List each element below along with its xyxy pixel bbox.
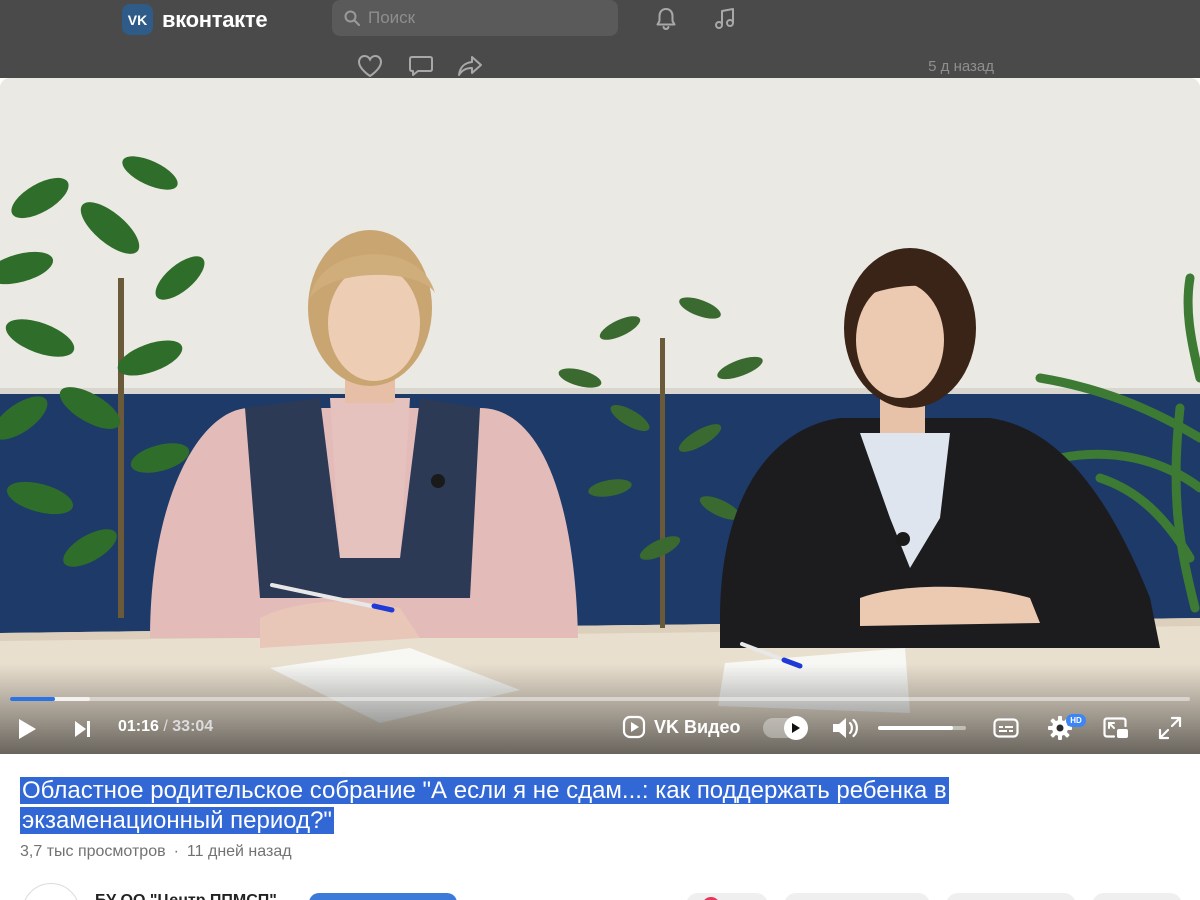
volume-level — [878, 726, 953, 730]
vk-video-icon — [622, 715, 646, 739]
play-button[interactable] — [14, 716, 40, 742]
vk-logo[interactable]: VK вконтакте — [122, 4, 268, 35]
post-action-bar: 5 д назад — [332, 46, 1018, 78]
pip-icon — [1103, 717, 1128, 738]
search-icon — [344, 10, 360, 26]
top-bar: VK вконтакте Поиск 5 д назад — [0, 0, 1200, 78]
video-title-text: Областное родительское собрание "А если … — [20, 777, 949, 834]
vk-logo-text: вконтакте — [162, 6, 268, 32]
music-note-icon[interactable] — [712, 6, 738, 32]
fullscreen-icon — [1158, 716, 1182, 740]
autoplay-toggle-knob — [784, 716, 808, 740]
video-player[interactable]: 01:16 / 33:04 VK Видео HD — [0, 78, 1200, 754]
bell-icon[interactable] — [653, 6, 679, 32]
vk-logo-badge: VK — [122, 4, 153, 35]
vk-video-link[interactable]: VK Видео — [622, 715, 741, 739]
vk-video-page: VK вконтакте Поиск 5 д назад 01:16 / 33:… — [0, 0, 1200, 900]
current-time: 01:16 — [118, 718, 159, 735]
play-icon — [19, 719, 36, 739]
subtitles-icon — [993, 718, 1019, 738]
time-separator: / — [163, 718, 168, 735]
progress-bar[interactable] — [10, 697, 1190, 701]
progress-played — [10, 697, 55, 701]
volume-button[interactable] — [830, 715, 860, 741]
like-button[interactable] — [686, 893, 768, 900]
next-icon — [75, 721, 90, 737]
volume-icon — [833, 718, 858, 738]
meta-separator: · — [173, 843, 179, 860]
heart-icon[interactable] — [357, 54, 383, 78]
volume-slider[interactable] — [878, 726, 966, 730]
channel-avatar[interactable] — [22, 883, 80, 900]
post-time: 5 д назад — [928, 58, 994, 75]
fullscreen-button[interactable] — [1157, 715, 1183, 741]
vk-video-label: VK Видео — [654, 716, 741, 737]
video-title: Областное родительское собрание "А если … — [20, 776, 1060, 836]
search-placeholder: Поиск — [368, 8, 416, 27]
channel-name[interactable]: БУ ОО "Центр ППМСП" — [95, 892, 277, 900]
subtitles-button[interactable] — [992, 716, 1020, 740]
search-input[interactable]: Поиск — [332, 0, 618, 36]
video-frame[interactable] — [0, 78, 1200, 754]
video-meta: 3,7 тыс просмотров · 11 дней назад — [20, 843, 292, 861]
publish-date: 11 дней назад — [186, 843, 292, 860]
time-display: 01:16 / 33:04 — [118, 718, 213, 736]
save-button[interactable] — [946, 893, 1076, 900]
next-button[interactable] — [70, 717, 94, 741]
more-button[interactable] — [1092, 893, 1182, 900]
share-icon[interactable] — [457, 54, 483, 78]
autoplay-toggle[interactable] — [763, 716, 808, 740]
view-count: 3,7 тыс просмотров — [20, 843, 166, 860]
channel-row: БУ ОО "Центр ППМСП" — [0, 880, 1200, 900]
controls-gradient — [0, 664, 1200, 754]
comment-icon[interactable] — [408, 54, 434, 78]
subscribe-button[interactable] — [309, 893, 457, 900]
hd-badge: HD — [1066, 714, 1086, 727]
share-button[interactable] — [784, 893, 930, 900]
autoplay-play-icon — [792, 723, 800, 733]
duration: 33:04 — [172, 718, 214, 735]
pip-button[interactable] — [1102, 716, 1130, 740]
